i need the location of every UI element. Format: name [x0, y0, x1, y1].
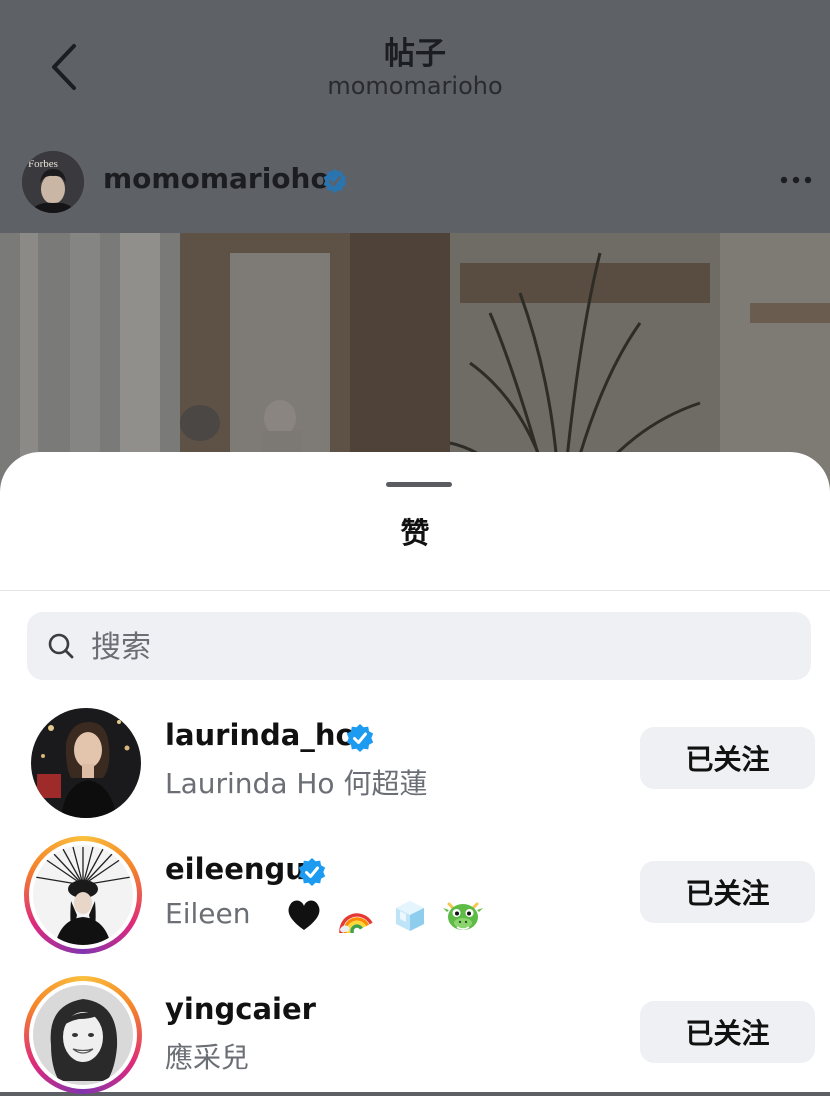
laurinda-ho-avatar-photo	[31, 708, 141, 818]
sheet-grabber-handle[interactable]	[386, 482, 452, 487]
verified-badge-icon	[323, 168, 347, 194]
post-author-row: Forbes momomarioho	[0, 148, 830, 218]
yingcaier-avatar-photo	[33, 985, 133, 1085]
more-options-icon[interactable]	[776, 164, 816, 194]
user-row-yingcaier[interactable]: yingcaier 應采兒 已关注	[0, 976, 830, 1096]
ice-cube-icon	[396, 901, 425, 931]
page-subtitle: momomarioho	[327, 72, 503, 100]
author-avatar-logo-text: Forbes	[28, 158, 58, 170]
user-row-laurinda-ho[interactable]: laurinda_ho Laurinda Ho 何超蓮 已关注	[0, 702, 830, 822]
rainbow-icon	[339, 913, 373, 933]
following-button[interactable]: 已关注	[640, 861, 815, 923]
user-row-eileengu[interactable]: eileengu Eileen 已关注	[0, 836, 830, 956]
page-title: 帖子	[384, 36, 446, 72]
likes-bottom-sheet: 赞 laurinda_ho	[0, 452, 830, 1094]
top-nav-bar: 帖子 momomarioho	[0, 0, 830, 140]
following-button[interactable]: 已关注	[640, 727, 815, 789]
full-name: 應采兒	[165, 1041, 250, 1074]
username[interactable]: yingcaier	[165, 992, 316, 1026]
author-avatar[interactable]: Forbes	[22, 151, 84, 213]
username[interactable]: laurinda_ho	[165, 718, 355, 752]
dragon-face-icon	[442, 902, 483, 930]
avatar[interactable]	[24, 702, 142, 820]
author-username[interactable]: momomarioho	[103, 162, 330, 195]
full-name: Laurinda Ho 何超蓮	[165, 767, 428, 800]
verified-badge-icon	[346, 724, 374, 752]
sheet-title: 赞	[400, 516, 430, 550]
full-name-text: Eileen	[165, 897, 251, 930]
eileengu-avatar-photo	[33, 845, 133, 945]
username[interactable]: eileengu	[165, 852, 306, 886]
full-name: Eileen	[165, 896, 489, 934]
search-bar[interactable]	[27, 612, 811, 680]
following-button[interactable]: 已关注	[640, 1001, 815, 1063]
sheet-divider	[0, 590, 830, 591]
avatar-story-ring[interactable]	[24, 836, 142, 954]
verified-badge-icon	[298, 858, 326, 886]
search-input[interactable]	[89, 624, 793, 670]
search-icon	[48, 633, 74, 659]
black-heart-icon	[288, 900, 320, 930]
avatar-story-ring[interactable]	[24, 976, 142, 1094]
author-portrait: Forbes	[22, 151, 84, 213]
